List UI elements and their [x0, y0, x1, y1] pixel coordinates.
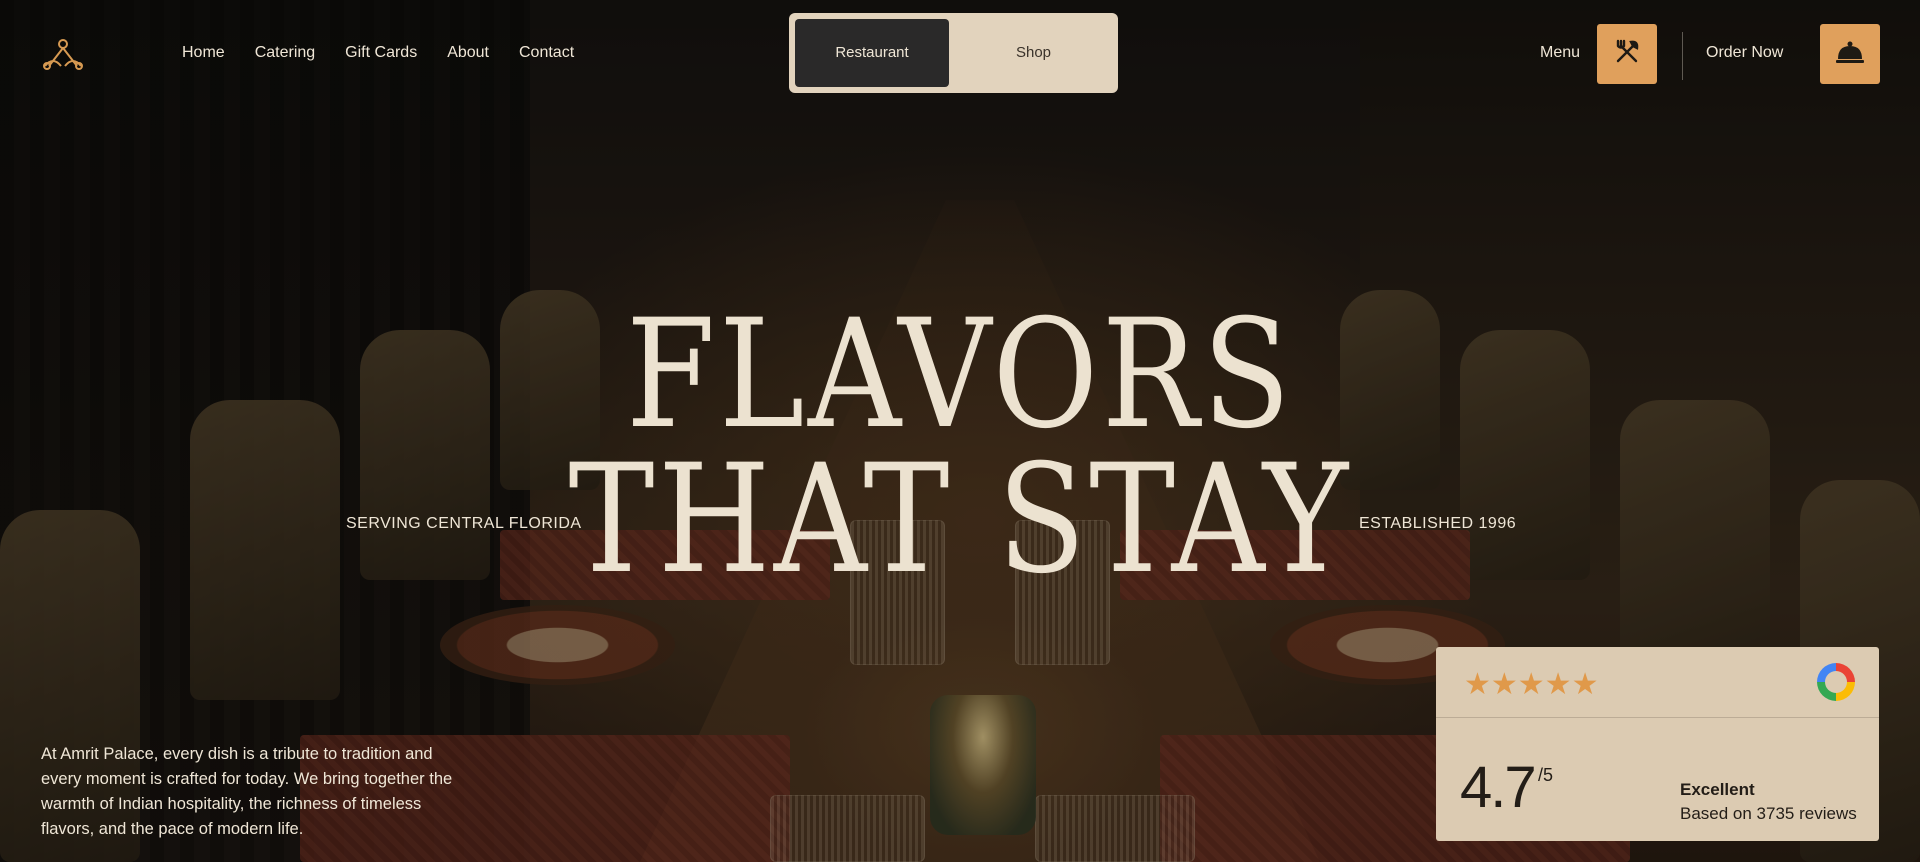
nav-divider: [1682, 32, 1683, 80]
nav-link-contact[interactable]: Contact: [519, 44, 574, 62]
rating-word: Excellent: [1680, 780, 1755, 799]
right-nav: Menu Order Now: [1540, 24, 1880, 84]
toggle-restaurant[interactable]: Restaurant: [795, 19, 949, 87]
amrit-palace-logo-icon[interactable]: [41, 36, 85, 72]
review-count: Based on 3735 reviews: [1680, 804, 1857, 823]
star-rating-icon: ★★★★★: [1464, 668, 1599, 701]
intro-paragraph: At Amrit Palace, every dish is a tribute…: [41, 745, 453, 838]
nav-link-gift-cards[interactable]: Gift Cards: [345, 44, 417, 62]
nav-link-catering[interactable]: Catering: [255, 44, 315, 62]
google-review-card[interactable]: ★★★★★ 4.7 /5 Excellent Based on 3735 rev…: [1436, 647, 1879, 841]
service-bell-icon: [1835, 39, 1865, 70]
primary-links: Home Catering Gift Cards About Contact: [182, 44, 574, 62]
rating-score: 4.7: [1460, 755, 1537, 820]
review-divider: [1436, 717, 1879, 718]
toggle-shop[interactable]: Shop: [955, 19, 1112, 87]
order-now-link[interactable]: Order Now: [1706, 44, 1783, 62]
menu-link[interactable]: Menu: [1540, 44, 1580, 62]
restaurant-shop-toggle: Restaurant Shop: [789, 13, 1118, 93]
nav-link-home[interactable]: Home: [182, 44, 225, 62]
fork-knife-icon: [1612, 37, 1642, 72]
order-now-button[interactable]: [1820, 24, 1880, 84]
nav-link-about[interactable]: About: [447, 44, 489, 62]
google-icon: [1817, 663, 1855, 701]
established-tagline: ESTABLISHED 1996: [1359, 515, 1517, 532]
hero-title-line-1: FLAVORS: [625, 288, 1295, 462]
rating-out-of: /5: [1538, 765, 1554, 785]
location-tagline: SERVING CENTRAL FLORIDA: [346, 515, 582, 532]
menu-button[interactable]: [1597, 24, 1657, 84]
top-nav: Home Catering Gift Cards About Contact R…: [0, 0, 1920, 106]
